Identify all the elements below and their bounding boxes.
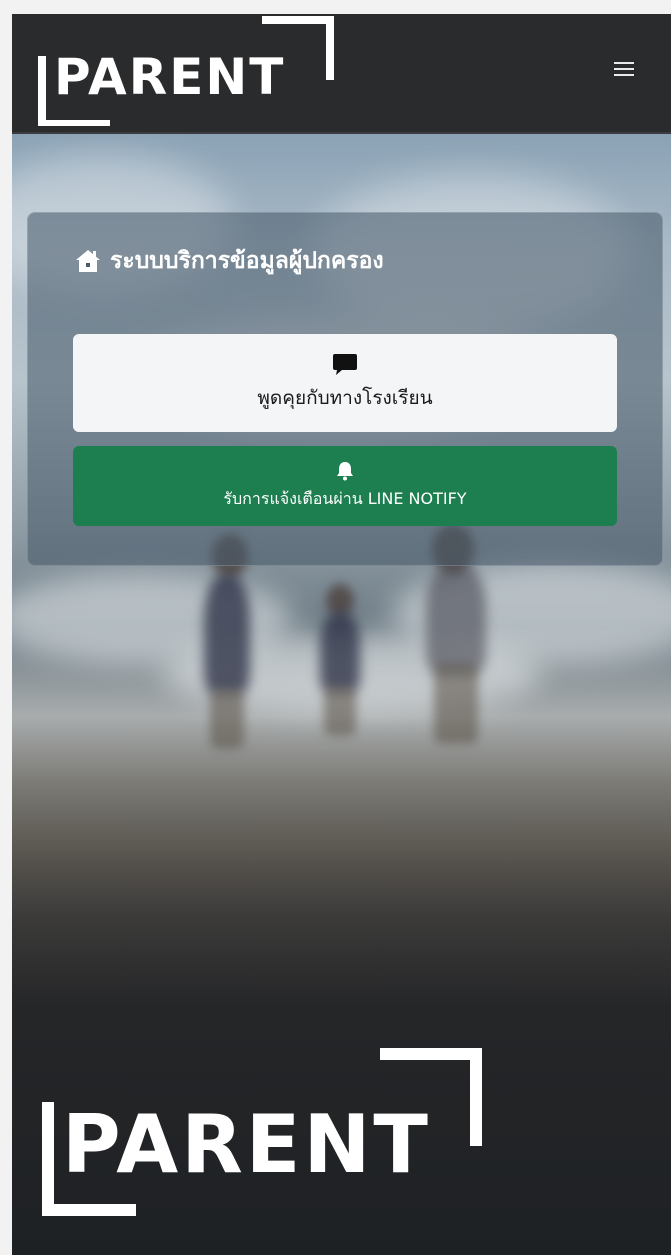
brand-text: PARENT xyxy=(54,48,285,106)
footer-brand-text: PARENT xyxy=(62,1098,431,1191)
card-title-text: ระบบบริการข้อมูลผู้ปกครอง xyxy=(110,248,384,274)
hamburger-menu-icon[interactable] xyxy=(613,58,635,80)
chat-bubble-icon xyxy=(333,354,357,375)
brand-logo[interactable]: PARENT xyxy=(38,16,338,126)
line-notify-label: รับการแจ้งเตือนผ่าน LINE NOTIFY xyxy=(223,488,467,508)
chat-button-label: พูดคุยกับทางโรงเรียน xyxy=(257,387,433,409)
line-notify-button[interactable]: รับการแจ้งเตือนผ่าน LINE NOTIFY xyxy=(73,446,617,526)
chat-with-school-button[interactable]: พูดคุยกับทางโรงเรียน xyxy=(73,334,617,432)
footer-logo: PARENT xyxy=(40,1044,500,1224)
app-screen: PARENT ระบบบริการข้อมูลผู้ปกครอง พูดคุยก… xyxy=(12,14,671,1255)
house-icon xyxy=(76,250,100,272)
parent-service-card: ระบบบริการข้อมูลผู้ปกครอง พูดคุยกับทางโร… xyxy=(27,212,663,566)
top-navbar: PARENT xyxy=(12,14,671,134)
card-title: ระบบบริการข้อมูลผู้ปกครอง xyxy=(74,243,384,279)
bell-icon xyxy=(337,461,353,480)
